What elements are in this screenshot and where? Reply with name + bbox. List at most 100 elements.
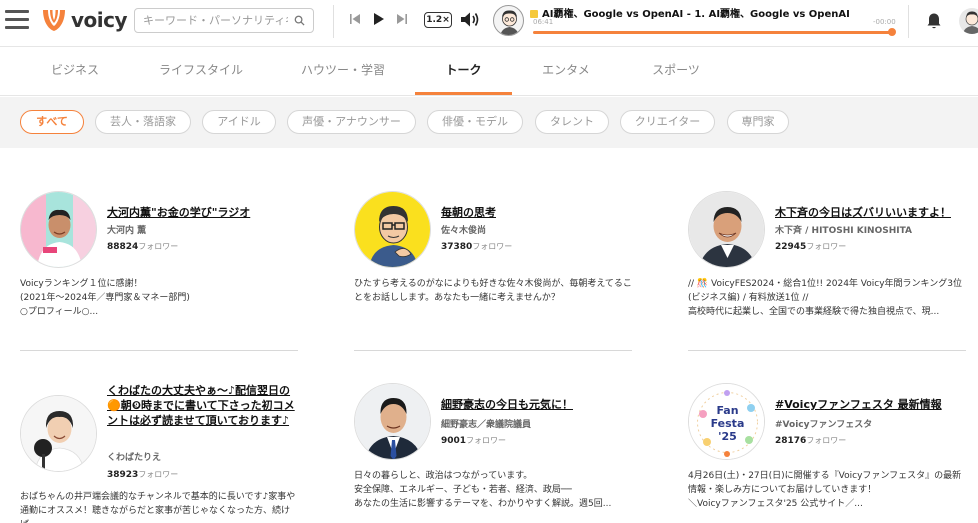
follower-number: 9001 bbox=[441, 436, 467, 446]
host-name[interactable]: 木下斉 / HITOSHI KINOSHITA bbox=[775, 223, 912, 236]
channel-card[interactable]: 細野豪志の今日も元気に！ 細野豪志／衆議院議員 9001フォロワー 日々の暮らし… bbox=[354, 383, 632, 523]
channel-name[interactable]: 細野豪志の今日も元気に！ bbox=[441, 397, 631, 412]
follower-number: 28176 bbox=[775, 436, 807, 446]
header-divider bbox=[908, 5, 909, 38]
progress-knob[interactable] bbox=[888, 28, 896, 36]
subcategory-filter-bar: すべて 芸人・落語家 アイドル 声優・アナウンサー 俳優・モデル タレント クリ… bbox=[0, 97, 978, 148]
channel-description: 日々の暮らしと、政治はつながっています。 安全保障、エネルギー、子ども・若者、経… bbox=[354, 471, 612, 509]
host-name[interactable]: 細野豪志／衆議院議員 bbox=[441, 417, 531, 430]
channel-description: 4月26日(土)・27日(日)に開催する『Voicyファンフェスタ』の最新情報・… bbox=[688, 471, 962, 509]
channel-description: おばちゃんの井戸端会議的なチャンネルで基本的に長いです♪家事や通勤にオススメ！聴… bbox=[20, 492, 296, 523]
category-tabs: ビジネス ライフスタイル ハウツー・学習 トーク エンタメ スポーツ bbox=[0, 47, 978, 96]
channel-card[interactable]: くわばたの大丈夫やぁ〜♪配信翌日の🟠朝❾時までに書いて下さった初コメントは必ず読… bbox=[20, 383, 298, 523]
filter-chip-comedian[interactable]: 芸人・落語家 bbox=[95, 110, 191, 134]
channel-card[interactable]: 毎朝の思考 佐々木俊尚 37380フォロワー ひたすら考えるのがなによりも好きな… bbox=[354, 191, 632, 351]
voicy-logo[interactable]: voicy bbox=[40, 7, 128, 33]
header-divider bbox=[333, 5, 334, 38]
search-icon[interactable] bbox=[294, 15, 305, 26]
user-avatar-illustration bbox=[963, 11, 978, 34]
now-playing-avatar[interactable] bbox=[493, 5, 524, 36]
channel-name[interactable]: くわばたの大丈夫やぁ〜♪配信翌日の🟠朝❾時までに書いて下さった初コメントは必ず読… bbox=[107, 383, 297, 428]
channel-card[interactable]: 木下斉の今日はズバリいいますよ！ 木下斉 / HITOSHI KINOSHITA… bbox=[688, 191, 970, 351]
now-playing-title-text: AI覇権、Google vs OpenAI - 1. AI覇権、Google v… bbox=[542, 9, 850, 20]
host-photo bbox=[21, 192, 96, 267]
card-divider bbox=[688, 350, 966, 351]
channel-card[interactable]: Fan Festa '25 #Voicyファンフェスタ 最新情報 #Voicyフ… bbox=[688, 383, 970, 523]
card-divider bbox=[354, 350, 632, 351]
channel-description: Voicyランキング１位に感謝！ (2021年〜2024年／専門家＆マネー部門)… bbox=[20, 279, 190, 317]
tab-sports[interactable]: スポーツ bbox=[640, 47, 712, 95]
time-current: 06:41 bbox=[533, 18, 554, 26]
follower-count: 9001フォロワー bbox=[441, 435, 506, 446]
playback-progress-bar[interactable] bbox=[533, 31, 893, 34]
top-header: voicy 1.2× AI覇権、Google vs OpenAI - 1. AI… bbox=[0, 0, 978, 47]
filter-chip-expert[interactable]: 専門家 bbox=[727, 110, 789, 134]
channel-avatar[interactable] bbox=[688, 191, 765, 268]
channel-name[interactable]: 木下斉の今日はズバリいいますよ！ bbox=[775, 205, 965, 220]
filter-chip-creator[interactable]: クリエイター bbox=[620, 110, 715, 134]
follower-count: 88824フォロワー bbox=[107, 241, 178, 252]
search-box[interactable] bbox=[134, 8, 314, 33]
filter-chip-all[interactable]: すべて bbox=[20, 110, 84, 134]
host-name[interactable]: #Voicyファンフェスタ bbox=[775, 417, 872, 430]
follower-suffix: フォロワー bbox=[472, 242, 513, 251]
user-avatar[interactable] bbox=[959, 8, 978, 34]
channel-name[interactable]: 大河内薫"お金の学び"ラジオ bbox=[107, 205, 297, 220]
channel-name[interactable]: #Voicyファンフェスタ 最新情報 bbox=[775, 397, 965, 412]
filter-chip-voice-actor[interactable]: 声優・アナウンサー bbox=[287, 110, 416, 134]
search-input[interactable] bbox=[143, 14, 288, 27]
channel-avatar[interactable] bbox=[20, 395, 97, 472]
channel-avatar[interactable] bbox=[20, 191, 97, 268]
channel-description: // 🎊 VoicyFES2024・総合1位!! 2024年 Voicy年間ラン… bbox=[688, 279, 962, 317]
playback-speed-button[interactable]: 1.2× bbox=[424, 12, 452, 28]
follower-number: 38923 bbox=[107, 470, 139, 480]
channel-avatar[interactable] bbox=[354, 383, 431, 460]
play-icon[interactable] bbox=[373, 12, 385, 26]
channel-name[interactable]: 毎朝の思考 bbox=[441, 205, 631, 220]
menu-icon[interactable] bbox=[5, 10, 29, 30]
personality-illustration bbox=[500, 10, 519, 35]
host-photo bbox=[355, 384, 430, 459]
follower-suffix: フォロワー bbox=[138, 242, 179, 251]
follower-suffix: フォロワー bbox=[466, 436, 507, 445]
channel-avatar[interactable] bbox=[354, 191, 431, 268]
follower-number: 37380 bbox=[441, 242, 473, 252]
follower-count: 22945フォロワー bbox=[775, 241, 846, 252]
filter-chip-actor-model[interactable]: 俳優・モデル bbox=[427, 110, 523, 134]
bell-icon[interactable] bbox=[926, 12, 942, 30]
now-playing-title[interactable]: AI覇権、Google vs OpenAI - 1. AI覇権、Google v… bbox=[530, 5, 850, 20]
time-remaining: -00:00 bbox=[873, 18, 896, 26]
host-illustration bbox=[355, 192, 430, 267]
tab-lifestyle[interactable]: ライフスタイル bbox=[150, 47, 252, 95]
follower-suffix: フォロワー bbox=[806, 242, 847, 251]
follower-count: 37380フォロワー bbox=[441, 241, 512, 252]
host-name[interactable]: 大河内 薫 bbox=[107, 223, 146, 236]
tab-entertainment[interactable]: エンタメ bbox=[530, 47, 602, 95]
tab-talk[interactable]: トーク bbox=[415, 47, 512, 95]
voicy-logo-icon bbox=[43, 10, 65, 31]
card-divider bbox=[20, 350, 298, 351]
skip-forward-icon[interactable] bbox=[396, 12, 408, 26]
follower-suffix: フォロワー bbox=[806, 436, 847, 445]
follower-number: 22945 bbox=[775, 242, 807, 252]
tab-howto[interactable]: ハウツー・学習 bbox=[292, 47, 394, 95]
follower-number: 88824 bbox=[107, 242, 139, 252]
channel-avatar[interactable]: Fan Festa '25 bbox=[688, 383, 765, 460]
host-photo bbox=[689, 192, 764, 267]
host-name[interactable]: 佐々木俊尚 bbox=[441, 223, 486, 236]
filter-chip-idol[interactable]: アイドル bbox=[202, 110, 276, 134]
volume-icon[interactable] bbox=[460, 11, 480, 28]
fan-festa-badge-text: Fan Festa '25 bbox=[710, 404, 745, 443]
channel-description: ひたすら考えるのがなによりも好きな佐々木俊尚が、毎朝考えてることをお話しします。… bbox=[354, 279, 632, 303]
host-photo bbox=[21, 396, 96, 471]
filter-chip-talent[interactable]: タレント bbox=[535, 110, 609, 134]
host-name[interactable]: くわばたりえ bbox=[107, 450, 161, 463]
follower-suffix: フォロワー bbox=[138, 470, 179, 479]
skip-back-icon[interactable] bbox=[349, 12, 361, 26]
episode-badge-icon bbox=[530, 10, 538, 18]
follower-count: 28176フォロワー bbox=[775, 435, 846, 446]
channel-card[interactable]: 大河内薫"お金の学び"ラジオ 大河内 薫 88824フォロワー Voicyランキ… bbox=[20, 191, 298, 351]
logo-text: voicy bbox=[71, 8, 128, 32]
follower-count: 38923フォロワー bbox=[107, 469, 178, 480]
tab-business[interactable]: ビジネス bbox=[40, 47, 110, 95]
